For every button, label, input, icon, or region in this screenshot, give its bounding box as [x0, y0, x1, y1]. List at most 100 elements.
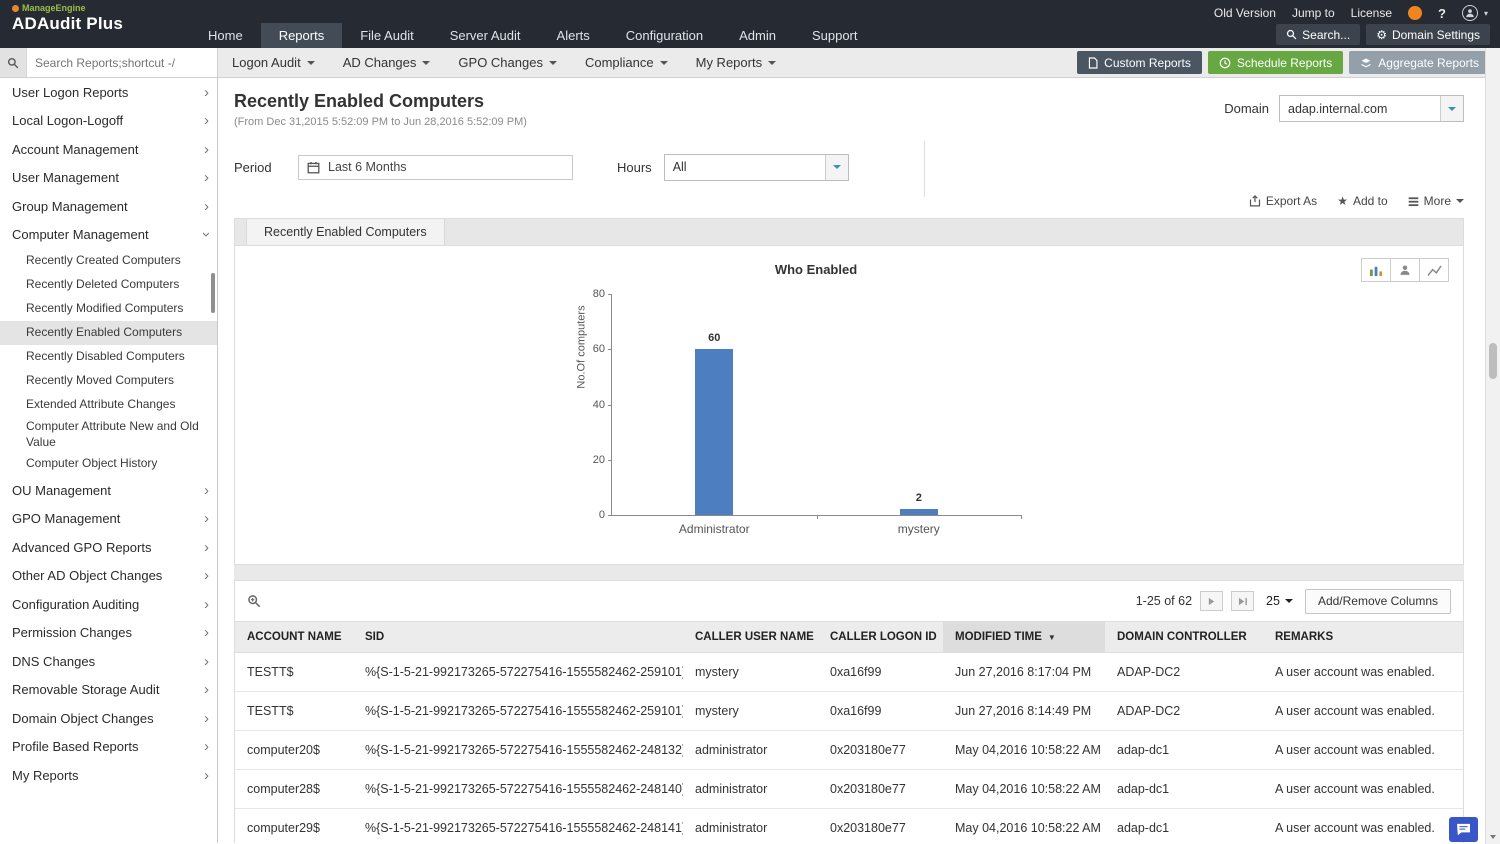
- user-view-icon[interactable]: [1390, 258, 1420, 282]
- sidebar-subitem-recently-created-computers[interactable]: Recently Created Computers: [0, 249, 217, 273]
- sidebar-subitem-recently-deleted-computers[interactable]: Recently Deleted Computers: [0, 273, 217, 297]
- table-row: TESTT$%{S-1-5-21-992173265-572275416-155…: [235, 653, 1463, 692]
- schedule-reports-button[interactable]: Schedule Reports: [1208, 51, 1343, 74]
- table-search-icon[interactable]: [247, 594, 261, 608]
- chevron-right-icon: ›: [204, 85, 209, 100]
- table-cell: 0x203180e77: [818, 731, 943, 770]
- license-link[interactable]: License: [1351, 6, 1392, 20]
- nav-tab-alerts[interactable]: Alerts: [539, 23, 608, 48]
- table-cell: administrator: [683, 731, 818, 770]
- sidebar-item-profile-based-reports[interactable]: Profile Based Reports›: [0, 733, 217, 762]
- header-buttons: Search... ⚙ Domain Settings: [1276, 24, 1490, 45]
- sidebar-item-advanced-gpo-reports[interactable]: Advanced GPO Reports›: [0, 533, 217, 562]
- column-header-remarks[interactable]: REMARKS: [1263, 622, 1463, 653]
- aggregate-reports-button[interactable]: Aggregate Reports: [1349, 51, 1490, 74]
- notification-icon[interactable]: [1408, 6, 1422, 20]
- nav-tab-file-audit[interactable]: File Audit: [342, 23, 431, 48]
- sidebar-item-my-reports[interactable]: My Reports›: [0, 761, 217, 790]
- sidebar-item-account-management[interactable]: Account Management›: [0, 135, 217, 164]
- nav-tab-admin[interactable]: Admin: [721, 23, 794, 48]
- jump-to-link[interactable]: Jump to: [1292, 6, 1335, 20]
- sidebar-item-user-logon-reports[interactable]: User Logon Reports›: [0, 78, 217, 107]
- table-controls: 1-25 of 62 25 Add/Remove Columns: [235, 581, 1463, 621]
- add-remove-columns-button[interactable]: Add/Remove Columns: [1305, 589, 1451, 614]
- scrollbar-thumb[interactable]: [1489, 343, 1497, 379]
- last-page-button[interactable]: [1231, 591, 1254, 611]
- toolbar-actions: Custom Reports Schedule Reports Aggregat…: [1077, 48, 1500, 77]
- scroll-down-arrow[interactable]: [1486, 829, 1500, 844]
- domain-select[interactable]: adap.internal.com: [1279, 95, 1464, 122]
- menu-gpo-changes[interactable]: GPO Changes: [444, 48, 571, 77]
- column-header-modified-time[interactable]: MODIFIED TIME▼: [943, 622, 1105, 653]
- menu-my-reports[interactable]: My Reports: [682, 48, 790, 77]
- bar-chart-view-icon[interactable]: [1361, 258, 1391, 282]
- help-icon[interactable]: ?: [1438, 6, 1446, 21]
- search-button[interactable]: Search...: [1276, 24, 1360, 45]
- sidebar-item-gpo-management[interactable]: GPO Management›: [0, 505, 217, 534]
- pagination-range: 1-25 of 62: [1136, 594, 1192, 608]
- add-to-link[interactable]: ★ Add to: [1337, 194, 1387, 208]
- sidebar-item-removable-storage-audit[interactable]: Removable Storage Audit›: [0, 676, 217, 705]
- sidebar-subitem-recently-disabled-computers[interactable]: Recently Disabled Computers: [0, 345, 217, 369]
- sidebar-item-permission-changes[interactable]: Permission Changes›: [0, 619, 217, 648]
- report-search: [0, 48, 218, 77]
- nav-tab-support[interactable]: Support: [794, 23, 876, 48]
- chevron-right-icon: ›: [204, 568, 209, 583]
- period-label: Period: [234, 160, 276, 175]
- sidebar-item-user-management[interactable]: User Management›: [0, 164, 217, 193]
- column-header-sid[interactable]: SID: [353, 622, 683, 653]
- column-header-caller-logon-id[interactable]: CALLER LOGON ID: [818, 622, 943, 653]
- sidebar-item-domain-object-changes[interactable]: Domain Object Changes›: [0, 704, 217, 733]
- menu-compliance[interactable]: Compliance: [571, 48, 682, 77]
- custom-reports-button[interactable]: Custom Reports: [1077, 51, 1202, 74]
- sidebar-subitem-computer-attribute-new-and-old-value[interactable]: Computer Attribute New and Old Value: [0, 417, 217, 452]
- chevron-down-icon[interactable]: ▾: [1484, 9, 1488, 18]
- sidebar-subitem-recently-modified-computers[interactable]: Recently Modified Computers: [0, 297, 217, 321]
- table-cell: A user account was enabled.: [1263, 731, 1463, 770]
- period-field[interactable]: Last 6 Months: [298, 155, 573, 180]
- column-header-caller-user-name[interactable]: CALLER USER NAME: [683, 622, 818, 653]
- tab-recently-enabled-computers[interactable]: Recently Enabled Computers: [246, 219, 445, 245]
- report-search-input[interactable]: [27, 48, 217, 77]
- nav-tab-home[interactable]: Home: [190, 23, 261, 48]
- sidebar-subitem-extended-attribute-changes[interactable]: Extended Attribute Changes: [0, 393, 217, 417]
- table-cell: %{S-1-5-21-992173265-572275416-155558246…: [353, 809, 683, 844]
- y-tick-mark: [608, 294, 612, 295]
- sidebar-item-dns-changes[interactable]: DNS Changes›: [0, 647, 217, 676]
- export-as-link[interactable]: Export As: [1249, 194, 1317, 208]
- nav-tab-server-audit[interactable]: Server Audit: [432, 23, 539, 48]
- column-header-account-name[interactable]: ACCOUNT NAME: [235, 622, 353, 653]
- nav-tab-configuration[interactable]: Configuration: [608, 23, 721, 48]
- menu-ad-changes[interactable]: AD Changes: [329, 48, 445, 77]
- sidebar-item-group-management[interactable]: Group Management›: [0, 192, 217, 221]
- sidebar-scrollbar-thumb[interactable]: [211, 273, 215, 313]
- next-page-button[interactable]: [1200, 591, 1223, 611]
- old-version-link[interactable]: Old Version: [1214, 6, 1276, 20]
- more-label: More: [1424, 194, 1451, 208]
- chat-support-button[interactable]: [1449, 817, 1478, 842]
- sidebar-subitem-recently-enabled-computers[interactable]: Recently Enabled Computers: [0, 321, 217, 345]
- page-scrollbar[interactable]: [1485, 48, 1500, 844]
- nav-tab-reports[interactable]: Reports: [261, 23, 343, 48]
- hours-select[interactable]: All: [664, 154, 849, 181]
- table-cell: computer20$: [235, 731, 353, 770]
- sidebar-item-configuration-auditing[interactable]: Configuration Auditing›: [0, 590, 217, 619]
- line-chart-view-icon[interactable]: [1419, 258, 1449, 282]
- sidebar-item-computer-management[interactable]: Computer Management›: [0, 221, 217, 250]
- sidebar-subitem-computer-object-history[interactable]: Computer Object History: [0, 452, 217, 476]
- sidebar-item-other-ad-object-changes[interactable]: Other AD Object Changes›: [0, 562, 217, 591]
- menu-logon-audit[interactable]: Logon Audit: [218, 48, 329, 77]
- search-icon: [1286, 29, 1297, 40]
- page-size-select[interactable]: 25: [1262, 594, 1297, 608]
- page-size-value: 25: [1266, 594, 1280, 608]
- table-cell: TESTT$: [235, 692, 353, 731]
- domain-settings-button[interactable]: ⚙ Domain Settings: [1366, 24, 1490, 45]
- sidebar-subitem-recently-moved-computers[interactable]: Recently Moved Computers: [0, 369, 217, 393]
- more-link[interactable]: More: [1408, 194, 1464, 208]
- sidebar-item-local-logon-logoff[interactable]: Local Logon-Logoff›: [0, 107, 217, 136]
- column-header-domain-controller[interactable]: DOMAIN CONTROLLER: [1105, 622, 1263, 653]
- table-cell: A user account was enabled.: [1263, 653, 1463, 692]
- period-value: Last 6 Months: [328, 160, 407, 174]
- sidebar-item-ou-management[interactable]: OU Management›: [0, 476, 217, 505]
- user-avatar-icon[interactable]: [1462, 5, 1478, 21]
